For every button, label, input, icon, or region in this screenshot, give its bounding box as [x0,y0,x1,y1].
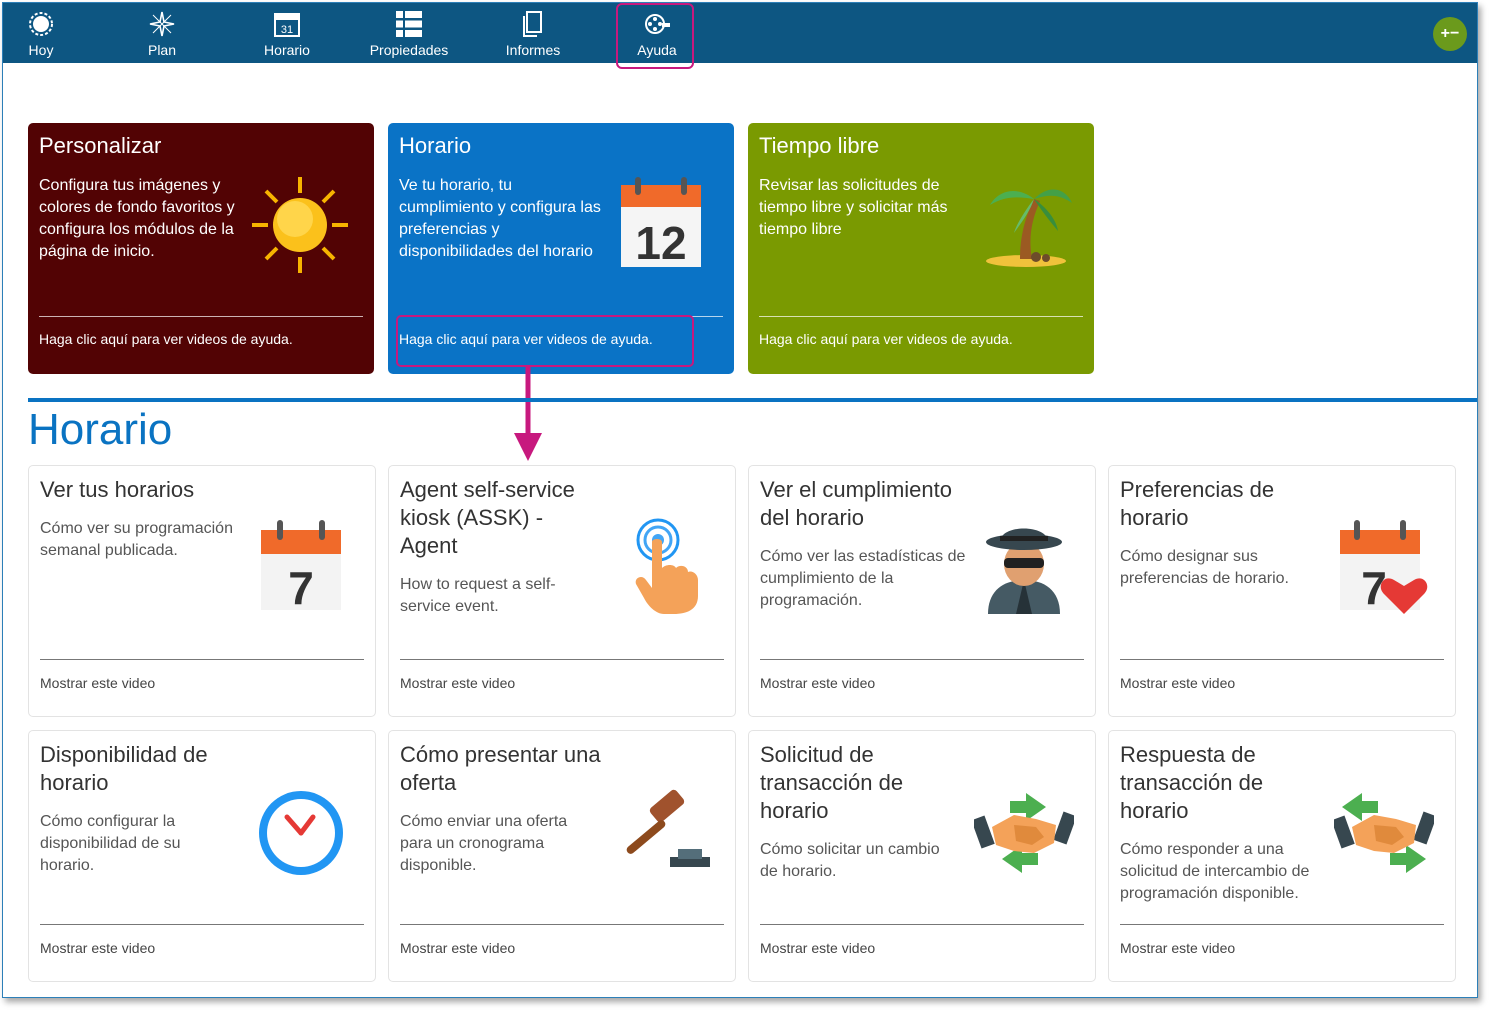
card-title: Cómo presentar una oferta [400,742,601,795]
card-divider [40,659,364,660]
card-divider [760,924,1084,925]
show-video-link[interactable]: Mostrar este video [400,940,515,956]
card-description: Cómo ver las estadísticas de cumplimient… [760,548,966,609]
nav-item-hoy[interactable]: Hoy [3,3,91,63]
card-description: Cómo configurar la disponibilidad de su … [40,813,181,874]
video-card-disponibilidad[interactable]: Disponibilidad de horario Cómo configura… [28,730,376,982]
clock-icon [259,791,343,875]
show-video-link[interactable]: Mostrar este video [1120,675,1235,691]
gavel-icon [626,789,710,867]
nav-item-informes[interactable]: Informes [483,3,583,63]
compass-icon [149,11,175,37]
pointer-arrow-icon [514,365,542,461]
sun-icon [252,177,348,273]
calendar-icon: 31 [274,13,300,37]
video-card-cumplimiento[interactable]: Ver el cumplimiento del horario Cómo ver… [748,465,1096,717]
top-nav: Hoy Plan 31 Horario Propiedades Informes… [3,3,1477,63]
active-tab-highlight [616,3,694,69]
video-card-ver-horarios[interactable]: Ver tus horarios Cómo ver su programació… [28,465,376,717]
app-frame: Hoy Plan 31 Horario Propiedades Informes… [2,2,1478,998]
card-description: Cómo responder a una solicitud de interc… [1120,841,1310,902]
section-title: Horario [28,405,173,454]
calendar-icon: 12 [621,177,701,269]
show-video-link[interactable]: Mostrar este video [1120,940,1235,956]
card-title: Preferencias de horario [1120,477,1275,530]
calendar-day-number: 7 [288,562,314,614]
card-title: Solicitud de transacción de horario [760,742,904,823]
calendar-heart-icon: 7 [1340,520,1428,614]
card-title: Disponibilidad de horario [40,742,208,795]
show-video-link[interactable]: Mostrar este video [40,940,155,956]
tile-divider [759,316,1083,317]
tile-personalizar[interactable]: Personalizar Configura tus imágenes y co… [28,123,374,374]
card-divider [400,659,724,660]
nav-label: Propiedades [369,42,449,58]
tile-description: Ve tu horario, tu cumplimiento y configu… [399,177,601,260]
video-card-oferta[interactable]: Cómo presentar una oferta Cómo enviar un… [388,730,736,982]
card-title: Agent self-service kiosk (ASSK) - Agent [400,477,575,558]
card-description: Cómo enviar una oferta para un cronogram… [400,813,568,874]
list-icon [396,11,422,37]
help-videos-link[interactable]: Haga clic aquí para ver videos de ayuda. [759,331,1013,347]
card-divider [400,924,724,925]
spy-icon [986,528,1062,614]
nav-label: Horario [264,42,310,58]
help-videos-link[interactable]: Haga clic aquí para ver videos de ayuda. [39,331,293,347]
handshake-swap-icon [974,793,1074,873]
video-card-preferencias[interactable]: Preferencias de horario Cómo designar su… [1108,465,1456,717]
card-title: Respuesta de transacción de horario [1120,742,1264,823]
sun-icon [29,12,53,36]
calendar-day-number: 12 [635,217,686,269]
show-video-link[interactable]: Mostrar este video [760,940,875,956]
tile-divider [39,316,363,317]
card-description: Cómo solicitar un cambio de horario. [760,841,940,880]
zoom-toggle-button[interactable]: +− [1433,17,1467,51]
nav-item-plan[interactable]: Plan [112,3,212,63]
card-description: Cómo designar sus preferencias de horari… [1120,548,1289,587]
card-description: How to request a self-service event. [400,576,556,615]
tile-description: Revisar las solicitudes de tiempo libre … [759,177,948,238]
card-divider [1120,659,1444,660]
nav-item-propiedades[interactable]: Propiedades [359,3,459,63]
tile-title: Horario [399,133,472,158]
tile-title: Tiempo libre [759,133,880,158]
card-divider [1120,924,1444,925]
show-video-link[interactable]: Mostrar este video [40,675,155,691]
tile-tiempo-libre[interactable]: Tiempo libre Revisar las solicitudes de … [748,123,1094,374]
tile-title: Personalizar [39,133,162,158]
handshake-swap-icon [1334,793,1434,873]
card-description: Cómo ver su programación semanal publica… [40,520,233,559]
section-divider [28,398,1477,402]
card-title: Ver tus horarios [40,477,195,502]
nav-item-horario[interactable]: 31 Horario [237,3,337,63]
card-title: Ver el cumplimiento del horario [760,477,952,530]
nav-label: Informes [505,42,561,58]
nav-label: Hoy [28,42,54,58]
tile-description: Configura tus imágenes y colores de fond… [39,177,235,260]
video-card-solicitud-transaccion[interactable]: Solicitud de transacción de horario Cómo… [748,730,1096,982]
document-icon [523,11,542,37]
svg-text:31: 31 [281,24,293,36]
calendar-icon: 7 [261,520,341,614]
nav-label: Plan [147,42,177,58]
show-video-link[interactable]: Mostrar este video [400,675,515,691]
palm-tree-icon [986,189,1072,267]
touch-hand-icon [635,518,698,614]
video-card-respuesta-transaccion[interactable]: Respuesta de transacción de horario Cómo… [1108,730,1456,982]
video-card-assk[interactable]: Agent self-service kiosk (ASSK) - Agent … [388,465,736,717]
card-divider [760,659,1084,660]
show-video-link[interactable]: Mostrar este video [760,675,875,691]
link-highlight [396,315,694,367]
card-divider [40,924,364,925]
